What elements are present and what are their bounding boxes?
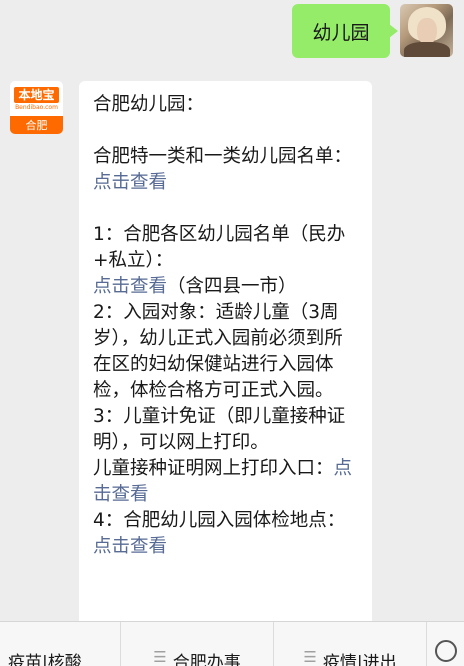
bot-avatar[interactable]: 本地宝 Bendibao.com 合肥 (10, 81, 63, 134)
item4-link[interactable]: 点击查看 (93, 536, 167, 557)
item1-suffix: （含四县一市） (167, 276, 297, 297)
message-intro: 合肥特一类和一类幼儿园名单： 点击查看 (93, 144, 358, 196)
item4-text: 4：合肥幼儿园入园体检地点： (93, 510, 346, 531)
outgoing-message-text: 幼儿园 (312, 21, 370, 44)
intro-text: 合肥特一类和一类幼儿园名单： (93, 146, 353, 167)
message-item-2: 2：入园对象：适龄儿童（3周岁），幼儿正式入园前必须到所在区的妇幼保健站进行入园… (93, 302, 343, 401)
intro-link[interactable]: 点击查看 (93, 172, 167, 193)
message-item-1: 1：合肥各区幼儿园名单（民办+私立）： (93, 222, 358, 274)
menu-item-label: 疫情|进出 (322, 653, 397, 666)
message-item-3: 3：儿童计免证（即儿童接种证明），可以网上打印。 (93, 406, 346, 453)
user-avatar[interactable] (400, 4, 453, 57)
keyboard-icon (434, 640, 457, 662)
menu-item-epidemic[interactable]: ☰ 疫情|进出 (274, 622, 427, 666)
item1-link[interactable]: 点击查看 (93, 276, 167, 297)
menu-item-hefei-services[interactable]: ☰ 合肥办事 (121, 622, 274, 666)
bot-logo-subtext: Bendibao.com (15, 103, 58, 111)
message-item-4: 4：合肥幼儿园入园体检地点： 点击查看 (93, 508, 358, 560)
menu-list-icon: ☰ (303, 648, 317, 666)
item3-sub-text: 儿童接种证明网上打印入口： (93, 458, 334, 479)
menu-item-label: 疫苗|核酸 (8, 653, 82, 666)
message-item-3-sub: 儿童接种证明网上打印入口：点击查看 (93, 456, 358, 508)
message-item-1-link-line: 点击查看（含四县一市） (93, 274, 358, 300)
incoming-message-bubble: 合肥幼儿园： 合肥特一类和一类幼儿园名单： 点击查看 1：合肥各区幼儿园名单（民办… (79, 81, 372, 641)
keyboard-toggle[interactable] (427, 622, 464, 666)
bot-city-label: 合肥 (10, 116, 63, 134)
item1-text: 1：合肥各区幼儿园名单（民办+私立）： (93, 224, 346, 271)
menu-list-icon: ☰ (153, 648, 167, 666)
bot-logo-text: 本地宝 (14, 86, 59, 103)
outgoing-message-bubble[interactable]: 幼儿园 (292, 4, 398, 58)
menu-item-vaccine[interactable]: 疫苗|核酸 (0, 622, 121, 666)
menu-item-label: 合肥办事 (172, 653, 241, 666)
bottom-menu-bar: 疫苗|核酸 ☰ 合肥办事 ☰ 疫情|进出 (0, 621, 464, 666)
message-title: 合肥幼儿园： (93, 94, 205, 115)
